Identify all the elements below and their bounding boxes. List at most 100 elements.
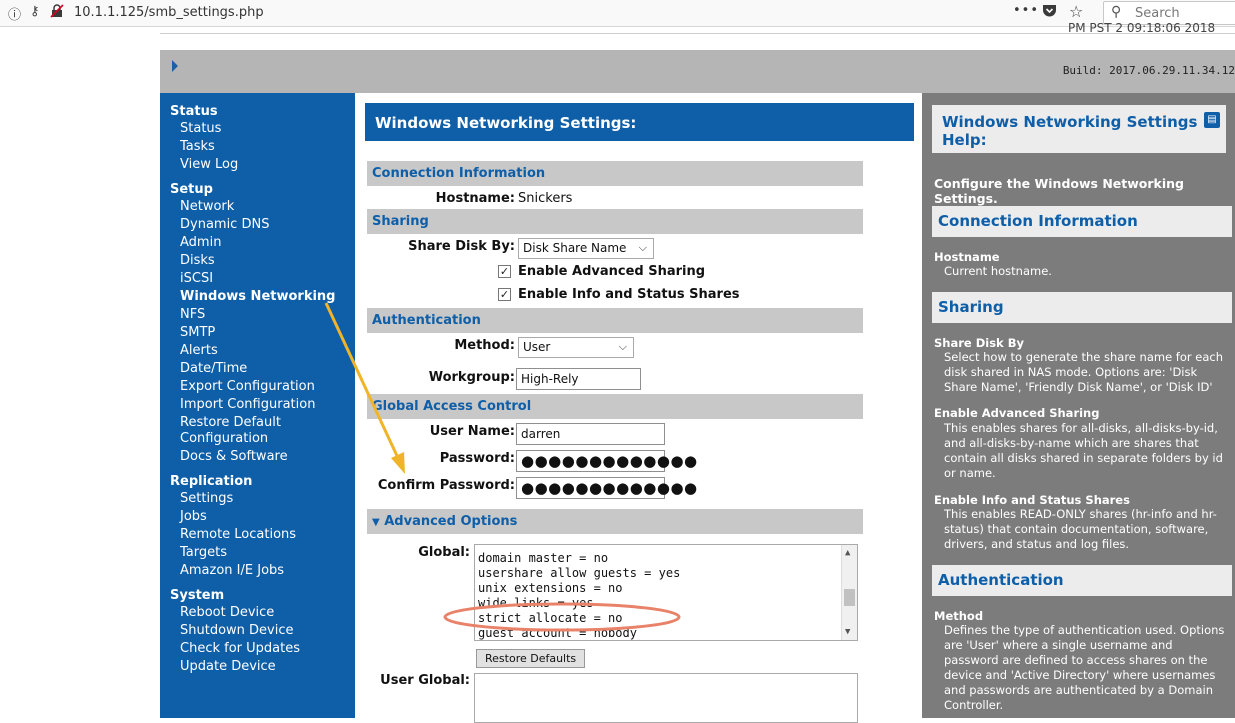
pocket-icon[interactable] bbox=[1042, 4, 1057, 22]
help-term-hostname: Hostname bbox=[934, 250, 1000, 264]
nav-item-reboot-device[interactable]: Reboot Device bbox=[160, 604, 355, 622]
scroll-thumb[interactable] bbox=[844, 589, 855, 606]
scroll-down-icon[interactable]: ▼ bbox=[845, 627, 850, 637]
nav-item-targets[interactable]: Targets bbox=[160, 544, 355, 562]
help-term-advanced-sharing: Enable Advanced Sharing bbox=[934, 406, 1100, 420]
config-line: unix extensions = no bbox=[478, 581, 623, 595]
help-desc-info-shares: This enables READ-ONLY shares (hr-info a… bbox=[944, 507, 1217, 551]
user-global-label: User Global: bbox=[380, 673, 470, 688]
info-shares-checkbox[interactable]: ✓ bbox=[498, 288, 511, 301]
user-global-textarea[interactable] bbox=[474, 673, 858, 723]
share-disk-select[interactable]: Disk Share Name ⌵ bbox=[518, 238, 654, 259]
nav-item-export-configuration[interactable]: Export Configuration bbox=[160, 378, 355, 396]
nav-item-view-log[interactable]: View Log bbox=[160, 156, 355, 174]
nav-item-jobs[interactable]: Jobs bbox=[160, 508, 355, 526]
textarea-scrollbar[interactable]: ▲ ▼ bbox=[841, 545, 857, 640]
info-shares-label: Enable Info and Status Shares bbox=[518, 287, 740, 302]
key-icon[interactable]: ⚷ bbox=[30, 4, 40, 19]
section-authentication: Authentication bbox=[367, 308, 863, 333]
address-bar[interactable]: 10.1.1.125/smb_settings.php bbox=[74, 5, 264, 20]
config-line: strict allocate = no bbox=[478, 611, 623, 625]
main-content: Windows Networking Settings: Connection … bbox=[355, 93, 922, 723]
nav-item-status[interactable]: Status bbox=[160, 120, 355, 138]
nav-item-iscsi[interactable]: iSCSI bbox=[160, 270, 355, 288]
expand-arrow-icon[interactable] bbox=[172, 60, 178, 72]
nav-heading: Replication bbox=[170, 474, 253, 489]
top-band: Build: 2017.06.29.11.34.12 bbox=[160, 50, 1235, 93]
nav-section-setup: Setup Network Dynamic DNS Admin Disks iS… bbox=[160, 182, 355, 466]
nav-item-dynamic-dns[interactable]: Dynamic DNS bbox=[160, 216, 355, 234]
nav-item-network[interactable]: Network bbox=[160, 198, 355, 216]
triangle-down-icon: ▼ bbox=[372, 517, 380, 528]
nav-item-tasks[interactable]: Tasks bbox=[160, 138, 355, 156]
help-desc-hostname: Current hostname. bbox=[944, 264, 1052, 278]
help-title: Windows Networking Settings Help: ▤ bbox=[932, 105, 1226, 153]
page-actions-icon[interactable]: ••• bbox=[1013, 3, 1039, 18]
nav-item-settings[interactable]: Settings bbox=[160, 490, 355, 508]
config-line: wide links = yes bbox=[478, 596, 594, 610]
nav-item-shutdown-device[interactable]: Shutdown Device bbox=[160, 622, 355, 640]
help-desc-share-disk: Select how to generate the share name fo… bbox=[944, 350, 1224, 394]
help-section-authentication: Authentication bbox=[932, 565, 1232, 596]
global-label: Global: bbox=[418, 545, 470, 560]
nav-item-smtp[interactable]: SMTP bbox=[160, 324, 355, 342]
config-line: domain master = no bbox=[478, 551, 609, 565]
section-connection-information: Connection Information bbox=[367, 161, 863, 186]
help-desc-method: Defines the type of authentication used.… bbox=[944, 623, 1225, 712]
insecure-lock-icon[interactable] bbox=[50, 4, 64, 22]
global-config-textarea[interactable]: domain master = no usershare allow guest… bbox=[474, 544, 858, 641]
build-version: Build: 2017.06.29.11.34.12 bbox=[1062, 64, 1235, 77]
method-select[interactable]: User ⌵ bbox=[518, 337, 634, 358]
search-icon: ⚲ bbox=[1111, 4, 1122, 20]
password-input[interactable]: ●●●●●●●●●●●●● bbox=[516, 450, 697, 472]
nav-item-date-time[interactable]: Date/Time bbox=[160, 360, 355, 378]
password-label: Password: bbox=[439, 451, 515, 466]
nav-item-alerts[interactable]: Alerts bbox=[160, 342, 355, 360]
document-icon[interactable]: ▤ bbox=[1204, 112, 1220, 128]
nav-heading: System bbox=[170, 588, 225, 603]
section-sharing: Sharing bbox=[367, 209, 863, 234]
share-disk-selected: Disk Share Name bbox=[523, 241, 627, 255]
nav-item-amazon-ie-jobs[interactable]: Amazon I/E Jobs bbox=[160, 562, 355, 580]
nav-item-disks[interactable]: Disks bbox=[160, 252, 355, 270]
nav-section-system: System Reboot Device Shutdown Device Che… bbox=[160, 588, 355, 676]
nav-item-docs-software[interactable]: Docs & Software bbox=[160, 448, 355, 466]
help-title-text: Windows Networking Settings Help: bbox=[942, 113, 1198, 149]
nav-item-restore-default-cont[interactable]: Configuration bbox=[160, 430, 355, 448]
header-divider bbox=[160, 33, 1235, 34]
nav-section-replication: Replication Settings Jobs Remote Locatio… bbox=[160, 474, 355, 580]
info-icon[interactable]: ⓘ bbox=[8, 4, 21, 23]
nav-item-nfs[interactable]: NFS bbox=[160, 306, 355, 324]
hostname-value: Snickers bbox=[518, 191, 573, 206]
section-advanced-options[interactable]: ▼ Advanced Options bbox=[367, 509, 863, 534]
nav-item-remote-locations[interactable]: Remote Locations bbox=[160, 526, 355, 544]
workgroup-input[interactable]: High-Rely bbox=[516, 368, 641, 390]
browser-toolbar: ⓘ ⚷ 10.1.1.125/smb_settings.php ••• ☆ ⚲ … bbox=[0, 0, 1235, 27]
method-selected: User bbox=[523, 340, 551, 354]
nav-section-status: Status Status Tasks View Log bbox=[160, 104, 355, 174]
bookmark-star-icon[interactable]: ☆ bbox=[1069, 2, 1083, 21]
help-term-share-disk: Share Disk By bbox=[934, 336, 1024, 350]
chevron-down-icon: ⌵ bbox=[618, 340, 627, 353]
nav-item-admin[interactable]: Admin bbox=[160, 234, 355, 252]
advanced-sharing-checkbox[interactable]: ✓ bbox=[498, 265, 511, 278]
scroll-up-icon[interactable]: ▲ bbox=[845, 548, 850, 558]
advanced-options-label: Advanced Options bbox=[384, 514, 518, 529]
help-section-connection: Connection Information bbox=[932, 206, 1232, 237]
username-input[interactable]: darren bbox=[516, 423, 665, 445]
confirm-password-input[interactable]: ●●●●●●●●●●●●● bbox=[516, 477, 697, 499]
restore-defaults-button[interactable]: Restore Defaults bbox=[476, 649, 586, 668]
nav-item-import-configuration[interactable]: Import Configuration bbox=[160, 396, 355, 414]
nav-item-check-updates[interactable]: Check for Updates bbox=[160, 640, 355, 658]
method-label: Method: bbox=[454, 338, 515, 353]
workgroup-label: Workgroup: bbox=[428, 370, 515, 385]
help-panel: Windows Networking Settings Help: ▤ Conf… bbox=[922, 93, 1235, 718]
nav-item-update-device[interactable]: Update Device bbox=[160, 658, 355, 676]
page-title: Windows Networking Settings: bbox=[365, 103, 914, 141]
help-intro: Configure the Windows Networking Setting… bbox=[934, 176, 1184, 206]
help-desc-advanced-sharing: This enables shares for all-disks, all-d… bbox=[944, 421, 1223, 480]
config-line: usershare allow guests = yes bbox=[478, 566, 681, 580]
help-term-method: Method bbox=[934, 609, 984, 623]
nav-item-windows-networking[interactable]: Windows Networking bbox=[160, 288, 355, 306]
hostname-label: Hostname: bbox=[435, 191, 515, 206]
